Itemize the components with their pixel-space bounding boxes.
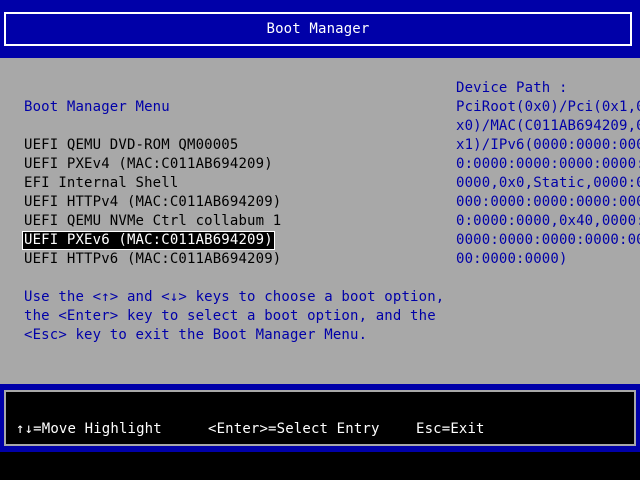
device-path-line: 000:0000:0000:0000:000	[456, 194, 640, 210]
help-text-line-3: <Esc> key to exit the Boot Manager Menu.	[24, 327, 368, 343]
hint-move-highlight: ↑↓=Move Highlight	[16, 421, 162, 437]
device-path-line: 0000:0000:0000:0000:00	[456, 232, 640, 248]
device-path-line: 0000,0x0,Static,0000:0	[456, 175, 640, 191]
boot-manager-screen: Boot Manager Boot Manager Menu UEFI QEMU…	[0, 0, 640, 480]
page-title: Boot Manager	[4, 12, 632, 46]
device-path-line: 0:0000:0000:0000:0000:	[456, 156, 640, 172]
boot-option-nvme[interactable]: UEFI QEMU NVMe Ctrl collabum 1	[24, 212, 281, 231]
key-help-bar	[0, 384, 640, 452]
boot-option-pxev4[interactable]: UEFI PXEv4 (MAC:C011AB694209)	[24, 155, 273, 174]
device-path-line: 00:0000:0000)	[456, 251, 568, 267]
boot-option-httpv6[interactable]: UEFI HTTPv6 (MAC:C011AB694209)	[24, 250, 281, 269]
device-path-heading: Device Path :	[456, 80, 568, 96]
boot-option-dvd-rom[interactable]: UEFI QEMU DVD-ROM QM00005	[24, 136, 238, 155]
device-path-line: x1)/IPv6(0000:0000:000	[456, 137, 640, 153]
device-path-line: 0:0000:0000,0x40,0000:	[456, 213, 640, 229]
help-text-line-2: the <Enter> key to select a boot option,…	[24, 308, 436, 324]
device-path-line: PciRoot(0x0)/Pci(0x1,0	[456, 99, 640, 115]
title-bar: Boot Manager	[0, 0, 640, 58]
main-panel: Boot Manager Menu UEFI QEMU DVD-ROM QM00…	[0, 58, 640, 384]
menu-title: Boot Manager Menu	[24, 99, 170, 115]
help-text-line-1: Use the <↑> and <↓> keys to choose a boo…	[24, 289, 445, 305]
boot-option-pxev6-selected[interactable]: UEFI PXEv6 (MAC:C011AB694209)	[22, 231, 275, 250]
boot-option-efi-shell[interactable]: EFI Internal Shell	[24, 174, 178, 193]
hint-exit: Esc=Exit	[416, 421, 485, 437]
hint-select-entry: <Enter>=Select Entry	[208, 421, 380, 437]
device-path-line: x0)/MAC(C011AB694209,0	[456, 118, 640, 134]
boot-option-httpv4[interactable]: UEFI HTTPv4 (MAC:C011AB694209)	[24, 193, 281, 212]
